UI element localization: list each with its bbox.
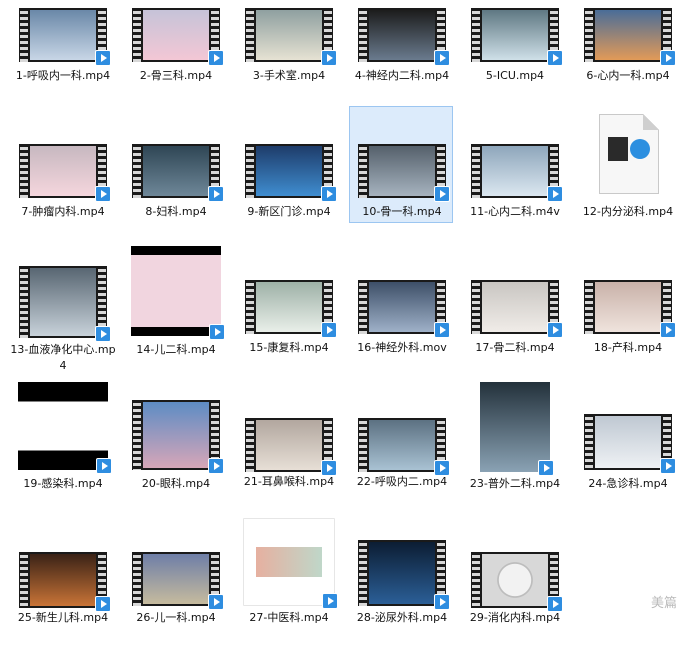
- play-icon: [434, 594, 450, 610]
- play-icon: [322, 593, 338, 609]
- play-icon: [660, 458, 676, 474]
- file-name: 14-儿二科.mp4: [136, 343, 216, 356]
- video-thumbnail: [358, 8, 450, 66]
- file-name: 2-骨三科.mp4: [139, 69, 213, 82]
- file-name: 12-内分泌科.mp4: [582, 205, 674, 218]
- file-name: 22-呼吸内二.mp4: [356, 475, 448, 488]
- watermark: 美篇: [650, 596, 677, 611]
- file-name: 10-骨一科.mp4: [362, 205, 442, 218]
- file-name: 13-血液净化中心.mp4: [10, 343, 116, 372]
- file-name: 7-肿瘤内科.mp4: [21, 205, 105, 218]
- play-icon: [660, 322, 676, 338]
- file-name: 6-心内一科.mp4: [586, 69, 670, 82]
- video-thumbnail: [471, 280, 563, 338]
- play-icon: [434, 322, 450, 338]
- video-thumbnail: [584, 8, 676, 66]
- play-icon: [95, 50, 111, 66]
- file-name: 29-消化内科.mp4: [469, 611, 561, 624]
- file-name: 16-神经外科.mov: [357, 341, 447, 354]
- video-thumbnail: [132, 8, 224, 66]
- file-name: 9-新区门诊.mp4: [247, 205, 331, 218]
- play-icon: [95, 326, 111, 342]
- file-name: 23-普外二科.mp4: [469, 477, 561, 490]
- play-icon: [209, 324, 225, 340]
- file-name: 5-ICU.mp4: [485, 69, 545, 82]
- play-icon: [208, 186, 224, 202]
- file-name: 1-呼吸内一科.mp4: [15, 69, 111, 82]
- file-name: 27-中医科.mp4: [249, 611, 329, 624]
- video-thumbnail: [471, 552, 563, 612]
- play-icon: [321, 186, 337, 202]
- video-thumbnail: [245, 144, 337, 202]
- play-icon: [538, 460, 554, 476]
- play-icon: [434, 50, 450, 66]
- file-name: 28-泌尿外科.mp4: [356, 611, 448, 624]
- file-name: 21-耳鼻喉科.mp4: [243, 475, 335, 488]
- file-name: 20-眼科.mp4: [141, 477, 211, 490]
- play-icon: [321, 50, 337, 66]
- video-thumbnail: [245, 418, 337, 476]
- video-thumbnail: [243, 518, 338, 609]
- video-thumbnail: [471, 8, 563, 66]
- file-name: 26-儿一科.mp4: [136, 611, 216, 624]
- play-icon: [547, 322, 563, 338]
- play-icon: [95, 186, 111, 202]
- file-name: 15-康复科.mp4: [249, 341, 329, 354]
- video-thumbnail: [18, 382, 112, 474]
- video-thumbnail: [132, 400, 224, 474]
- video-thumbnail: [245, 8, 337, 66]
- file-name: 17-骨二科.mp4: [475, 341, 555, 354]
- video-thumbnail: [19, 552, 111, 612]
- video-thumbnail: [584, 414, 676, 474]
- video-thumbnail: [358, 418, 450, 476]
- play-icon: [208, 458, 224, 474]
- video-thumbnail: [19, 144, 111, 202]
- file-name: 18-产科.mp4: [593, 341, 663, 354]
- video-thumbnail: [19, 8, 111, 66]
- video-thumbnail: [132, 144, 224, 202]
- video-thumbnail: [471, 144, 563, 202]
- play-icon: [434, 186, 450, 202]
- video-thumbnail: [358, 144, 450, 202]
- file-name: 4-神经内二科.mp4: [354, 69, 450, 82]
- video-thumbnail: [584, 280, 676, 338]
- play-icon: [321, 322, 337, 338]
- file-name: 24-急诊科.mp4: [588, 477, 668, 490]
- video-thumbnail: [358, 280, 450, 338]
- file-name: 11-心内二科.m4v: [470, 205, 560, 218]
- file-name: 19-感染科.mp4: [23, 477, 103, 490]
- video-thumbnail: [132, 552, 224, 610]
- video-thumbnail: [131, 246, 225, 340]
- play-icon: [208, 594, 224, 610]
- video-thumbnail: [19, 266, 111, 342]
- file-name: 8-妇科.mp4: [145, 205, 207, 218]
- play-icon: [96, 458, 112, 474]
- play-icon: [547, 186, 563, 202]
- media-file-icon: [599, 114, 659, 194]
- play-icon: [660, 50, 676, 66]
- play-icon: [547, 50, 563, 66]
- video-thumbnail: [358, 540, 450, 610]
- play-icon: [208, 50, 224, 66]
- video-thumbnail: [480, 382, 554, 476]
- file-name: 25-新生儿科.mp4: [17, 611, 109, 624]
- file-name: 3-手术室.mp4: [252, 69, 326, 82]
- video-thumbnail: [245, 280, 337, 338]
